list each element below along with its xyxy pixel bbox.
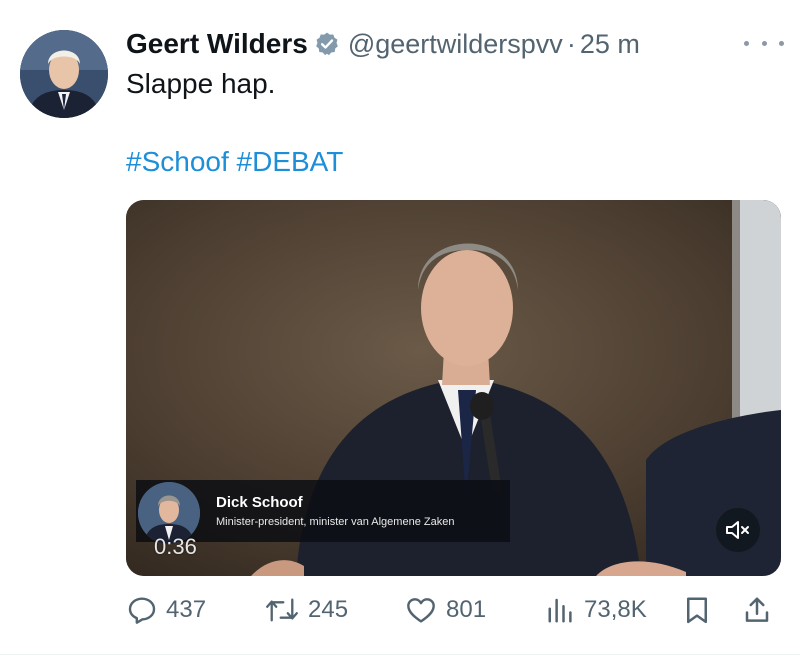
hashtag-link[interactable]: #Schoof bbox=[126, 146, 229, 177]
like-count: 801 bbox=[446, 596, 487, 623]
share-button[interactable] bbox=[742, 590, 772, 630]
tweet-hashtags: #Schoof #DEBAT bbox=[126, 146, 343, 178]
heart-icon bbox=[407, 598, 435, 623]
views-icon bbox=[548, 598, 572, 623]
speaker-role: Minister-president, minister van Algemen… bbox=[216, 516, 455, 528]
avatar-portrait bbox=[20, 30, 108, 118]
hashtag-link[interactable]: #DEBAT bbox=[237, 146, 344, 177]
tweet-text: Slappe hap. bbox=[126, 68, 276, 99]
author-handle[interactable]: @geertwilderspvv bbox=[348, 29, 563, 60]
mute-icon[interactable] bbox=[716, 508, 760, 552]
reply-count: 437 bbox=[166, 596, 207, 623]
separator-dot: · bbox=[566, 28, 576, 59]
video-player[interactable]: Dick Schoof Minister-president, minister… bbox=[126, 200, 781, 576]
video-duration: 0:36 bbox=[154, 534, 197, 559]
reply-icon bbox=[128, 597, 156, 624]
author-name[interactable]: Geert Wilders bbox=[126, 28, 308, 60]
repost-button[interactable]: 245 bbox=[264, 590, 348, 630]
share-icon bbox=[745, 597, 769, 622]
views-count: 73,8K bbox=[584, 596, 647, 623]
speaker-name: Dick Schoof bbox=[216, 494, 303, 511]
bookmark-button[interactable] bbox=[682, 590, 712, 630]
more-options-icon[interactable] bbox=[744, 28, 784, 58]
bookmark-icon bbox=[687, 597, 707, 624]
like-button[interactable]: 801 bbox=[404, 590, 486, 630]
author-avatar[interactable] bbox=[20, 30, 108, 118]
repost-icon bbox=[266, 598, 298, 622]
more-dot bbox=[779, 40, 784, 46]
more-dot bbox=[761, 40, 767, 46]
tweet-header: Geert Wilders @geertwilderspvv · 25 m bbox=[126, 26, 640, 62]
verified-badge-icon[interactable] bbox=[314, 31, 340, 57]
tweet-timestamp[interactable]: 25 m bbox=[580, 29, 640, 60]
reply-button[interactable]: 437 bbox=[126, 590, 206, 630]
repost-count: 245 bbox=[308, 596, 349, 623]
speaker-lower-third: Dick Schoof Minister-president, minister… bbox=[136, 480, 510, 544]
views-button[interactable]: 73,8K bbox=[546, 590, 647, 630]
more-dot bbox=[744, 40, 749, 46]
divider bbox=[0, 654, 800, 655]
tweet-actions: 437 245 801 73,8K bbox=[126, 590, 786, 630]
